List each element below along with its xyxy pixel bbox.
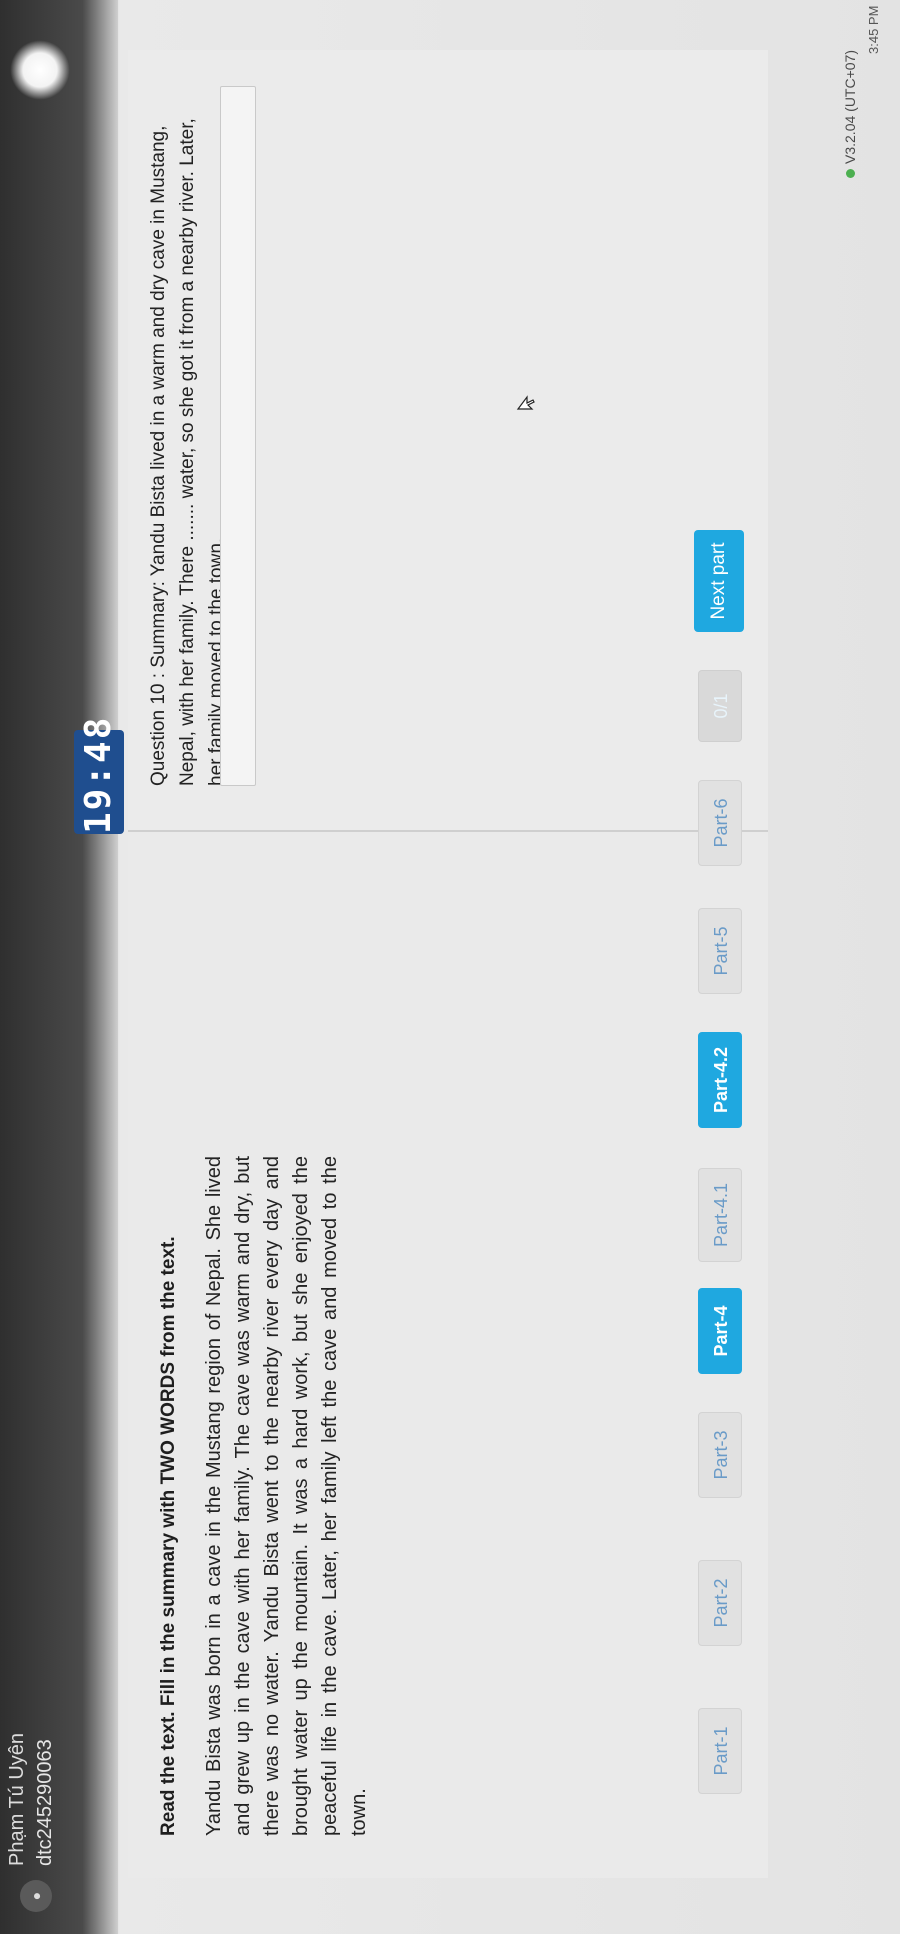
question-panel: Question 10 : Summary: Yandu Bista lived… — [128, 50, 768, 830]
mouse-pointer-icon — [516, 395, 535, 410]
tab-part-1[interactable]: Part-1 — [698, 1708, 742, 1794]
tab-part-4-1[interactable]: Part-4.1 — [698, 1168, 742, 1262]
reading-panel: Read the text. Fill in the summary with … — [128, 832, 768, 1878]
tab-part-4[interactable]: Part-4 — [698, 1288, 742, 1374]
user-name: Phạm Tú Uyên — [6, 1732, 28, 1866]
screen-glare — [10, 40, 70, 100]
connection-status-icon — [846, 169, 855, 178]
version-label: V3.2.04 (UTC+07) — [842, 50, 858, 164]
next-part-button[interactable]: Next part — [694, 530, 744, 632]
countdown-timer: 19:48 — [74, 716, 124, 834]
tab-part-6[interactable]: Part-6 — [698, 780, 742, 866]
avatar: ● — [20, 1880, 52, 1912]
tab-part-2[interactable]: Part-2 — [698, 1560, 742, 1646]
tab-part-4-2[interactable]: Part-4.2 — [698, 1032, 742, 1128]
header-bar: ● Phạm Tú Uyên dtc245290063 — [0, 0, 118, 1934]
app-window: ● Phạm Tú Uyên dtc245290063 19:48 Read t… — [0, 0, 900, 1934]
part-navigation: Part-1 Part-2 Part-3 Part-4 Part-4.1 Par… — [694, 194, 758, 1794]
reading-passage: Yandu Bista was born in a cave in the Mu… — [203, 1156, 370, 1836]
tab-part-3[interactable]: Part-3 — [698, 1412, 742, 1498]
page-counter: 0/1 — [698, 670, 742, 742]
system-clock: 3:45 PM — [866, 5, 881, 54]
reading-instruction: Read the text. Fill in the summary with … — [158, 1236, 179, 1836]
panel-divider[interactable] — [128, 830, 768, 832]
answer-input[interactable] — [220, 86, 256, 786]
question-text: Question 10 : Summary: Yandu Bista lived… — [148, 118, 227, 786]
tab-part-5[interactable]: Part-5 — [698, 908, 742, 994]
user-id: dtc245290063 — [34, 1739, 56, 1866]
